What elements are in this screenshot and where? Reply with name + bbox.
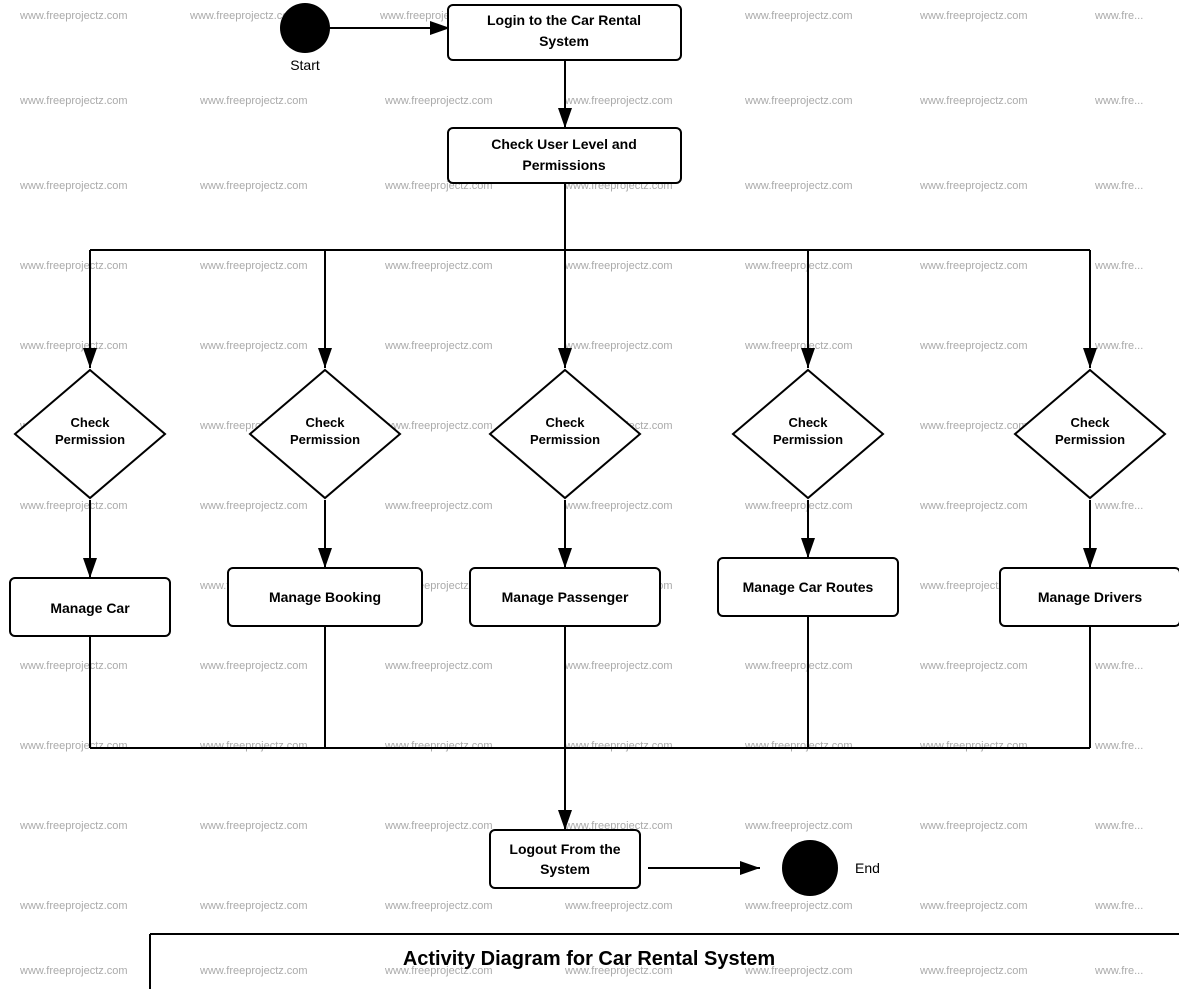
manage-drivers-label: Manage Drivers bbox=[1038, 589, 1142, 605]
diamond-4-label2: Permission bbox=[773, 432, 843, 447]
end-label: End bbox=[855, 860, 880, 876]
manage-booking-label: Manage Booking bbox=[269, 589, 381, 605]
logout-label1: Logout From the bbox=[509, 841, 620, 857]
diagram-container: www.freeprojectz.com www.freeprojectz.co… bbox=[0, 0, 1179, 989]
check-user-label1: Check User Level and bbox=[491, 136, 637, 152]
diamond-2-label2: Permission bbox=[290, 432, 360, 447]
check-user-label2: Permissions bbox=[522, 157, 605, 173]
diamond-5-label2: Permission bbox=[1055, 432, 1125, 447]
start-circle bbox=[280, 3, 330, 53]
diamond-5-label1: Check bbox=[1070, 415, 1110, 430]
diamond-3-label1: Check bbox=[545, 415, 585, 430]
manage-car-routes-label: Manage Car Routes bbox=[743, 579, 874, 595]
manage-passenger-label: Manage Passenger bbox=[502, 589, 629, 605]
logout-box bbox=[490, 830, 640, 888]
diamond-1-label1: Check bbox=[70, 415, 110, 430]
diamond-3-label2: Permission bbox=[530, 432, 600, 447]
login-label-line1: Login to the Car Rental bbox=[487, 12, 641, 28]
end-circle bbox=[782, 840, 838, 896]
logout-label2: System bbox=[540, 861, 590, 877]
diagram-title: Activity Diagram for Car Rental System bbox=[403, 948, 775, 970]
diamond-1-label2: Permission bbox=[55, 432, 125, 447]
diamond-4-label1: Check bbox=[788, 415, 828, 430]
login-label-line2: System bbox=[539, 33, 589, 49]
diamond-2-label1: Check bbox=[305, 415, 345, 430]
activity-diagram: Start Login to the Car Rental System Che… bbox=[0, 0, 1179, 989]
manage-car-label: Manage Car bbox=[50, 600, 130, 616]
start-label: Start bbox=[290, 57, 320, 73]
